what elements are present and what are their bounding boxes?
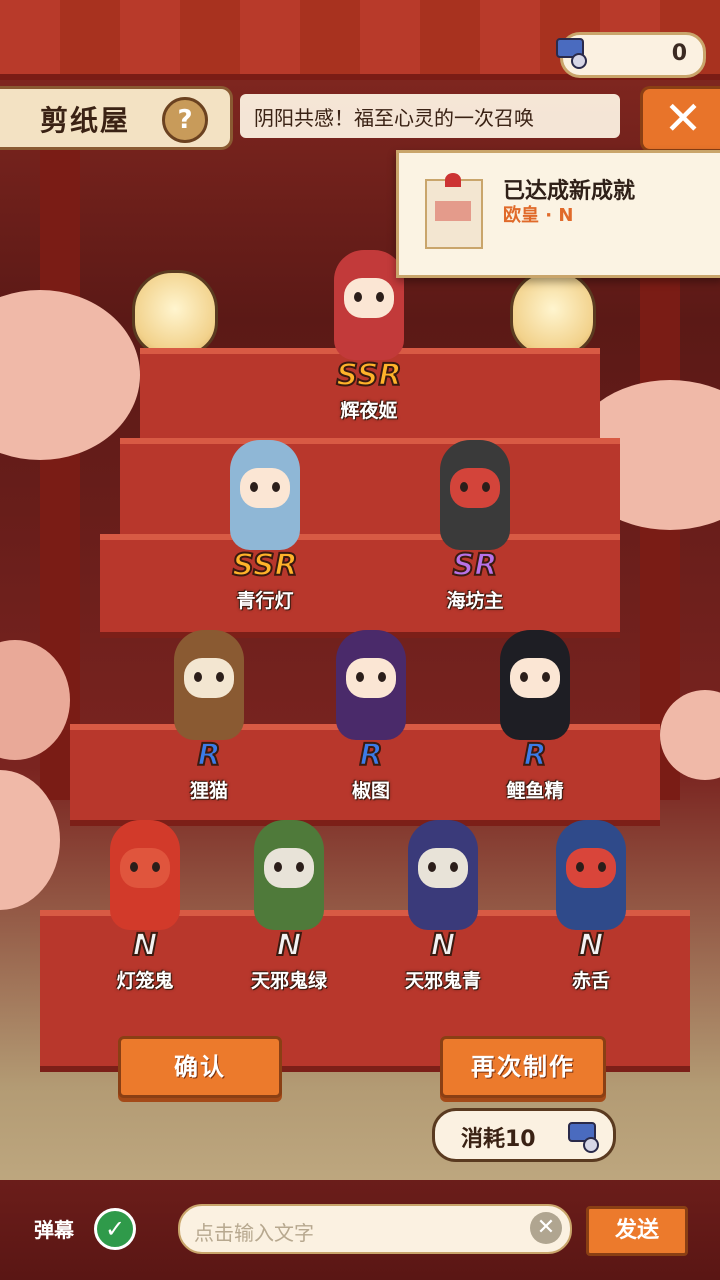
character-face bbox=[566, 848, 616, 888]
character-card[interactable]: SR 海坊主 bbox=[400, 430, 550, 620]
rarity-badge: SSR bbox=[335, 357, 402, 394]
character-eye bbox=[296, 862, 304, 872]
character-eye bbox=[542, 672, 550, 682]
character-face bbox=[346, 658, 396, 698]
character-face bbox=[450, 468, 500, 508]
rarity-badge: N bbox=[429, 927, 456, 964]
character-card[interactable]: N 天邪鬼绿 bbox=[214, 810, 364, 1000]
rarity-badge: R bbox=[358, 737, 383, 774]
character-name: 灯笼鬼 bbox=[116, 970, 174, 992]
character-face bbox=[418, 848, 468, 888]
character-card[interactable]: R 鲤鱼精 bbox=[460, 620, 610, 810]
chat-bar: 弹幕 ✓ 点击输入文字 ✕ 发送 bbox=[0, 1180, 720, 1280]
achievement-subtitle: 欧皇 · N bbox=[503, 205, 574, 226]
character-eye bbox=[194, 672, 202, 682]
ticket-icon bbox=[568, 1122, 599, 1153]
character-card[interactable]: SSR 青行灯 bbox=[190, 430, 340, 620]
rarity-badge: R bbox=[522, 737, 547, 774]
character-name: 天邪鬼绿 bbox=[250, 970, 327, 992]
help-button[interactable]: ? bbox=[162, 97, 208, 143]
clear-input-icon[interactable]: ✕ bbox=[530, 1212, 562, 1244]
achievement-card-icon bbox=[425, 173, 483, 249]
character-card[interactable]: R 狸猫 bbox=[134, 620, 284, 810]
character-eye bbox=[378, 672, 386, 682]
chat-input[interactable]: 点击输入文字 ✕ bbox=[178, 1204, 572, 1254]
right-lantern bbox=[510, 270, 596, 356]
character-name: 海坊主 bbox=[446, 590, 504, 612]
character-card[interactable]: N 赤舌 bbox=[516, 810, 666, 1000]
announcement-marquee: 阴阳共感！福至心灵的一次召唤 bbox=[240, 94, 620, 138]
character-card[interactable]: R 椒图 bbox=[296, 620, 446, 810]
character-face bbox=[240, 468, 290, 508]
marquee-text: 阴阳共感！福至心灵的一次召唤 bbox=[254, 106, 534, 130]
character-eye bbox=[152, 862, 160, 872]
character-face bbox=[120, 848, 170, 888]
character-eye bbox=[598, 862, 606, 872]
cherry-blossom-left bbox=[0, 290, 140, 460]
character-name: 狸猫 bbox=[189, 780, 228, 802]
character-eye bbox=[428, 862, 436, 872]
retry-button[interactable]: 再次制作 bbox=[440, 1036, 606, 1098]
character-eye bbox=[376, 292, 384, 302]
character-face bbox=[264, 848, 314, 888]
rarity-badge: N bbox=[577, 927, 604, 964]
character-name: 椒图 bbox=[351, 780, 390, 802]
character-eye bbox=[354, 292, 362, 302]
currency-display: 0 bbox=[556, 32, 706, 78]
achievement-toast[interactable]: 已达成新成就 欧皇 · N bbox=[396, 150, 720, 278]
character-name: 青行灯 bbox=[236, 590, 294, 612]
ticket-icon bbox=[556, 38, 587, 69]
game-stage: SSR 辉夜姬 SSR 青行灯 SR 海坊主 R 狸猫 R 椒图 R 鲤鱼精 N… bbox=[0, 0, 720, 1280]
character-eye bbox=[130, 862, 138, 872]
confirm-button[interactable]: 确认 bbox=[118, 1036, 282, 1098]
character-face bbox=[344, 278, 394, 318]
character-card[interactable]: N 天邪鬼青 bbox=[368, 810, 518, 1000]
character-eye bbox=[356, 672, 364, 682]
cost-label: 消耗10 bbox=[461, 1127, 536, 1152]
cost-indicator: 消耗10 bbox=[432, 1108, 616, 1162]
character-name: 天邪鬼青 bbox=[404, 970, 481, 992]
rarity-badge: R bbox=[196, 737, 221, 774]
send-button[interactable]: 发送 bbox=[586, 1206, 688, 1256]
rarity-badge: N bbox=[131, 927, 158, 964]
rarity-badge: SR bbox=[452, 547, 499, 584]
title-plaque: 剪纸屋 ? bbox=[0, 86, 233, 150]
character-eye bbox=[272, 482, 280, 492]
character-card[interactable]: N 灯笼鬼 bbox=[70, 810, 220, 1000]
chat-input-placeholder: 点击输入文字 bbox=[194, 1221, 314, 1245]
character-face bbox=[510, 658, 560, 698]
character-eye bbox=[274, 862, 282, 872]
danmu-toggle-checkmark-icon[interactable]: ✓ bbox=[94, 1208, 136, 1250]
title-bar: 剪纸屋 ? 阴阳共感！福至心灵的一次召唤 ✕ bbox=[0, 86, 720, 152]
character-face bbox=[184, 658, 234, 698]
character-eye bbox=[216, 672, 224, 682]
character-eye bbox=[250, 482, 258, 492]
character-eye bbox=[520, 672, 528, 682]
page-title: 剪纸屋 bbox=[40, 104, 131, 137]
character-name: 赤舌 bbox=[571, 970, 610, 992]
character-eye bbox=[576, 862, 584, 872]
character-eye bbox=[460, 482, 468, 492]
rarity-badge: N bbox=[275, 927, 302, 964]
close-button[interactable]: ✕ bbox=[640, 86, 720, 152]
rarity-badge: SSR bbox=[231, 547, 298, 584]
character-name: 鲤鱼精 bbox=[506, 780, 564, 802]
character-eye bbox=[482, 482, 490, 492]
character-name: 辉夜姬 bbox=[340, 400, 398, 422]
left-lantern bbox=[132, 270, 218, 356]
currency-amount: 0 bbox=[671, 41, 687, 66]
danmu-label: 弹幕 bbox=[34, 1218, 74, 1242]
character-eye bbox=[450, 862, 458, 872]
